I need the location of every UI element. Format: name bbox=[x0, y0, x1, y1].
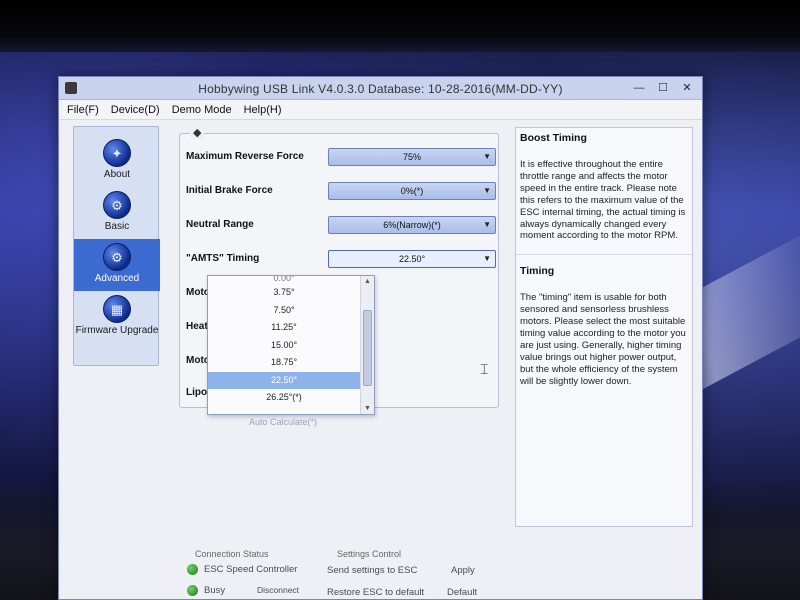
sidebar-item-label: Firmware Upgrade bbox=[75, 325, 159, 336]
sidebar-item-basic[interactable]: ⚙ Basic bbox=[74, 187, 160, 239]
setting-label: Neutral Range bbox=[186, 219, 254, 230]
maximize-button[interactable]: ☐ bbox=[652, 79, 674, 97]
chevron-down-icon: ▼ bbox=[483, 186, 491, 195]
menu-bar: File(F) Device(D) Demo Mode Help(H) bbox=[59, 100, 702, 120]
timing-dropdown-list[interactable]: 0.00° 3.75° 7.50° 11.25° 15.00° 18.75° 2… bbox=[207, 275, 375, 415]
sidebar-item-label: Basic bbox=[104, 221, 130, 232]
setting-row-neutral-range: Neutral Range 6%(Narrow)(*) ▼ bbox=[186, 216, 496, 236]
restore-default-button[interactable]: Restore ESC to default bbox=[327, 587, 424, 598]
status-led-icon bbox=[187, 585, 198, 596]
send-settings-button[interactable]: Send settings to ESC bbox=[327, 565, 417, 576]
menu-file[interactable]: File(F) bbox=[67, 104, 99, 116]
app-window: Hobbywing USB Link V4.0.3.0 Database: 10… bbox=[58, 76, 703, 600]
setting-label: Maximum Reverse Force bbox=[186, 151, 304, 162]
dropdown-option[interactable]: 15.00° bbox=[208, 337, 360, 355]
minimize-button[interactable]: — bbox=[628, 79, 650, 97]
neutral-range-select[interactable]: 6%(Narrow)(*) ▼ bbox=[328, 216, 496, 234]
connection-status-label: Connection Status bbox=[195, 549, 269, 559]
help-panel: Boost Timing It is effective throughout … bbox=[515, 127, 693, 527]
menu-demo-mode[interactable]: Demo Mode bbox=[172, 104, 232, 116]
diamond-icon: ◆ bbox=[190, 126, 205, 139]
dropdown-option-selected[interactable]: 22.50° bbox=[208, 371, 360, 389]
sidebar-item-firmware-upgrade[interactable]: ▦ Firmware Upgrade bbox=[74, 291, 160, 343]
setting-row-max-reverse-force: Maximum Reverse Force 75% ▼ bbox=[186, 148, 496, 168]
dropdown-option[interactable]: 3.75° bbox=[208, 284, 360, 302]
chevron-down-icon: ▼ bbox=[483, 152, 491, 161]
amts-timing-select[interactable]: 22.50° ▼ bbox=[328, 250, 496, 268]
gears-icon: ⚙ bbox=[103, 191, 131, 219]
busy-status: Busy bbox=[187, 585, 225, 596]
dropdown-option[interactable]: 0.00° bbox=[208, 276, 360, 284]
dropdown-scrollbar[interactable]: ▲ ▼ bbox=[360, 276, 374, 414]
select-value: 6%(Narrow)(*) bbox=[383, 220, 441, 230]
status-led-icon bbox=[187, 564, 198, 575]
mouse-cursor-icon: ⌶ bbox=[480, 361, 489, 377]
lipo-cells-value-obscured: Auto Calculate(*) bbox=[248, 417, 318, 427]
gears-advanced-icon: ⚙ bbox=[103, 243, 131, 271]
close-button[interactable]: ✕ bbox=[676, 79, 698, 97]
help-title-boost-timing: Boost Timing bbox=[520, 132, 587, 144]
about-icon: ✦ bbox=[103, 139, 131, 167]
sidebar-item-about[interactable]: ✦ About bbox=[74, 135, 160, 187]
select-value: 0%(*) bbox=[400, 186, 424, 196]
busy-label: Busy bbox=[204, 585, 226, 597]
help-divider bbox=[516, 254, 692, 256]
initial-brake-force-select[interactable]: 0%(*) ▼ bbox=[328, 182, 496, 200]
esc-status-label: ESC Speed Controller bbox=[204, 564, 298, 576]
sidebar-nav: ✦ About ⚙ Basic ⚙ Advanced ▦ Firmware Up… bbox=[73, 126, 160, 366]
select-value: 22.50° bbox=[398, 254, 426, 264]
scroll-up-icon[interactable]: ▲ bbox=[364, 278, 371, 285]
settings-control-label: Settings Control bbox=[337, 549, 402, 559]
select-value: 75% bbox=[402, 152, 421, 162]
help-title-timing: Timing bbox=[520, 265, 555, 278]
chevron-down-icon: ▼ bbox=[483, 254, 491, 263]
menu-help[interactable]: Help(H) bbox=[244, 104, 282, 116]
esc-status: ESC Speed Controller bbox=[187, 564, 297, 575]
apply-button[interactable]: Apply bbox=[451, 565, 475, 576]
chip-icon: ▦ bbox=[103, 295, 131, 323]
setting-label: Initial Brake Force bbox=[186, 185, 273, 196]
setting-label: "AMTS" Timing bbox=[186, 253, 260, 264]
window-title: Hobbywing USB Link V4.0.3.0 Database: 10… bbox=[198, 82, 563, 96]
main-content: ✦ About ⚙ Basic ⚙ Advanced ▦ Firmware Up… bbox=[59, 121, 702, 599]
status-area: Connection Status Settings Control ESC S… bbox=[181, 549, 481, 599]
sidebar-item-label: About bbox=[103, 169, 131, 180]
window-controls: — ☐ ✕ bbox=[628, 79, 698, 97]
help-text-timing: The "timing" item is usable for both sen… bbox=[520, 292, 686, 387]
dropdown-option[interactable]: 26.25°(*) bbox=[208, 389, 360, 407]
menu-device[interactable]: Device(D) bbox=[111, 104, 160, 116]
scroll-down-icon[interactable]: ▼ bbox=[364, 405, 371, 412]
setting-row-initial-brake-force: Initial Brake Force 0%(*) ▼ bbox=[186, 182, 496, 202]
sidebar-item-advanced[interactable]: ⚙ Advanced bbox=[74, 239, 160, 291]
default-button[interactable]: Default bbox=[447, 587, 477, 598]
chevron-down-icon: ▼ bbox=[483, 220, 491, 229]
sidebar-item-label: Advanced bbox=[94, 273, 140, 284]
setting-row-amts-timing: "AMTS" Timing 22.50° ▼ bbox=[186, 250, 496, 270]
dropdown-option[interactable]: 7.50° bbox=[208, 302, 360, 320]
help-text-boost-timing: It is effective throughout the entire th… bbox=[520, 159, 686, 242]
scrollbar-thumb[interactable] bbox=[363, 310, 372, 386]
max-reverse-force-select[interactable]: 75% ▼ bbox=[328, 148, 496, 166]
title-bar[interactable]: Hobbywing USB Link V4.0.3.0 Database: 10… bbox=[59, 77, 702, 100]
dropdown-option[interactable]: 18.75° bbox=[208, 354, 360, 372]
disconnect-button[interactable]: Disconnect bbox=[257, 585, 299, 595]
dropdown-option[interactable]: 11.25° bbox=[208, 319, 360, 337]
monitor-bezel bbox=[0, 0, 800, 52]
